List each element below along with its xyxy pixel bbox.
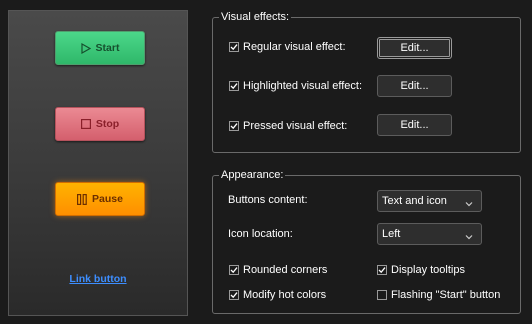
checkbox-checked-icon — [229, 121, 239, 131]
rounded-corners-label: Rounded corners — [243, 264, 328, 276]
modify-hot-colors-label: Modify hot colors — [243, 289, 327, 301]
highlighted-visual-effect-label: Highlighted visual effect: — [243, 80, 363, 92]
edit-highlighted-effect-button[interactable]: Edit... — [377, 75, 452, 97]
appearance-group: Appearance: Buttons content: Text and ic… — [212, 168, 521, 314]
appearance-title: Appearance: — [219, 168, 286, 182]
start-button-label: Start — [95, 42, 120, 54]
pressed-visual-effect-checkbox[interactable]: Pressed visual effect: — [229, 120, 347, 132]
rounded-corners-checkbox[interactable]: Rounded corners — [229, 264, 327, 276]
flashing-start-button-label: Flashing "Start" button — [391, 289, 501, 301]
checkbox-checked-icon — [229, 290, 239, 300]
pause-button-label: Pause — [92, 193, 123, 205]
checkbox-checked-icon — [229, 81, 239, 91]
icon-location-value: Left — [382, 228, 401, 240]
buttons-content-dropdown[interactable]: Text and icon — [377, 190, 482, 212]
play-icon — [80, 42, 91, 54]
display-tooltips-checkbox[interactable]: Display tooltips — [377, 264, 465, 276]
stop-icon — [80, 119, 91, 129]
checkbox-checked-icon — [377, 265, 387, 275]
flashing-start-button-checkbox[interactable]: Flashing "Start" button — [377, 289, 500, 301]
regular-visual-effect-checkbox[interactable]: Regular visual effect: — [229, 41, 346, 53]
display-tooltips-label: Display tooltips — [391, 264, 465, 276]
regular-visual-effect-label: Regular visual effect: — [243, 41, 346, 53]
buttons-content-label: Buttons content: — [228, 194, 308, 206]
visual-effects-title: Visual effects: — [219, 10, 292, 24]
start-button[interactable]: Start — [55, 31, 145, 65]
checkbox-checked-icon — [229, 265, 239, 275]
button-preview-panel: Start Stop Pause Link button — [8, 10, 188, 316]
visual-effects-group: Visual effects: Regular visual effect: E… — [212, 10, 521, 153]
buttons-content-value: Text and icon — [382, 195, 447, 207]
edit-pressed-effect-button[interactable]: Edit... — [377, 114, 452, 136]
link-button[interactable]: Link button — [9, 273, 187, 285]
chevron-down-icon — [465, 198, 473, 210]
checkbox-checked-icon — [229, 42, 239, 52]
pressed-visual-effect-label: Pressed visual effect: — [243, 120, 348, 132]
pause-icon — [77, 193, 87, 205]
edit-regular-effect-button[interactable]: Edit... — [377, 37, 452, 59]
icon-location-dropdown[interactable]: Left — [377, 223, 482, 245]
stop-button-label: Stop — [95, 118, 120, 130]
modify-hot-colors-checkbox[interactable]: Modify hot colors — [229, 289, 326, 301]
checkbox-unchecked-icon — [377, 290, 387, 300]
highlighted-visual-effect-checkbox[interactable]: Highlighted visual effect: — [229, 80, 362, 92]
icon-location-label: Icon location: — [228, 228, 293, 240]
chevron-down-icon — [465, 231, 473, 243]
pause-button[interactable]: Pause — [55, 182, 145, 216]
stop-button[interactable]: Stop — [55, 107, 145, 141]
